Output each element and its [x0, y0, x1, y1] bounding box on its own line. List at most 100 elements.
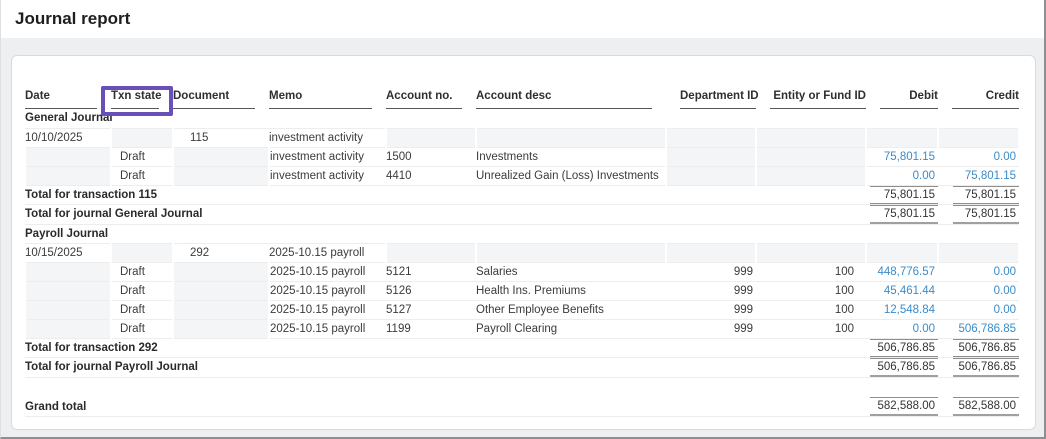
- cell-account-desc: [476, 128, 666, 147]
- cell-credit: [938, 128, 1019, 147]
- cell-date: 10/15/2025: [25, 243, 111, 262]
- journal-report-table: DateTxn stateDocumentMemoAccount no.Acco…: [24, 82, 1020, 417]
- journal-entry-row: Draftinvestment activity4410Unrealized G…: [25, 166, 1019, 185]
- cell-credit: [938, 243, 1019, 262]
- total-txn-label: Total for transaction 115: [25, 185, 866, 204]
- credit-amount-link[interactable]: 0.00: [994, 304, 1016, 316]
- cell-account-desc: Other Employee Benefits: [476, 300, 666, 319]
- credit-amount-link[interactable]: 0.00: [994, 285, 1016, 297]
- credit-total-value: 75,801.15: [953, 205, 1019, 224]
- journal-section-label: Payroll Journal: [25, 224, 1019, 243]
- cell-department-id: [666, 128, 756, 147]
- cell-document: [173, 281, 269, 300]
- cell-debit: 45,461.44: [866, 281, 938, 300]
- column-header-entity-or-fund-id: Entity or Fund ID: [756, 82, 866, 109]
- cell-memo: 2025-10.15 payroll: [269, 300, 386, 319]
- debit-total-value: 506,786.85: [870, 358, 938, 377]
- cell-debit: 448,776.57: [866, 262, 938, 281]
- cell-debit-total: 582,588.00: [866, 397, 938, 417]
- column-header-account-desc: Account desc: [476, 82, 666, 109]
- column-header-label: Account desc: [476, 90, 652, 109]
- cell-txn-state: Draft: [111, 319, 173, 338]
- total-journal-row: Total for journal Payroll Journal506,786…: [25, 357, 1019, 377]
- column-header-txn-state: Txn state: [111, 82, 173, 109]
- cell-date: [25, 166, 111, 185]
- column-header-account-no: Account no.: [386, 82, 476, 109]
- cell-department-id: [666, 243, 756, 262]
- cell-document: 115: [173, 128, 269, 147]
- cell-debit-total: 506,786.85: [866, 338, 938, 357]
- column-header-department-id: Department ID: [666, 82, 756, 109]
- total-journal-label: Total for journal General Journal: [25, 204, 866, 224]
- cell-credit: 0.00: [938, 262, 1019, 281]
- page-title: Journal report: [15, 9, 130, 29]
- cell-date: [25, 262, 111, 281]
- cell-debit-total: 75,801.15: [866, 204, 938, 224]
- cell-txn-state: Draft: [111, 147, 173, 166]
- cell-memo: 2025-10.15 payroll: [269, 281, 386, 300]
- cell-department-id: [666, 166, 756, 185]
- cell-date: 10/10/2025: [25, 128, 111, 147]
- journal-entry-row: Draft 2025-10.15 payroll5127Other Employe…: [25, 300, 1019, 319]
- cell-debit: 0.00: [866, 319, 938, 338]
- cell-credit: 0.00: [938, 300, 1019, 319]
- cell-entity-or-fund-id: 100: [756, 300, 866, 319]
- cell-account-desc: Salaries: [476, 262, 666, 281]
- cell-document: 292: [173, 243, 269, 262]
- column-header-label: Entity or Fund ID: [770, 90, 866, 109]
- cell-department-id: [666, 147, 756, 166]
- cell-debit: [866, 128, 938, 147]
- cell-account-no: [386, 128, 476, 147]
- grand-total-label: Grand total: [25, 397, 866, 417]
- column-header-memo: Memo: [269, 82, 386, 109]
- debit-amount-link[interactable]: 45,461.44: [884, 285, 935, 297]
- journal-entry-row: Draft2025-10.15 payroll5121Salaries99910…: [25, 262, 1019, 281]
- cell-department-id: 999: [666, 319, 756, 338]
- debit-amount-link[interactable]: 448,776.57: [877, 266, 935, 278]
- cell-department-id: 999: [666, 262, 756, 281]
- cell-account-no: 5127: [386, 300, 476, 319]
- cell-debit: 12,548.84: [866, 300, 938, 319]
- cell-txn-state: Draft: [111, 281, 173, 300]
- cell-memo: investment activity: [269, 166, 386, 185]
- cell-account-no: 1500: [386, 147, 476, 166]
- column-header-label: Credit: [952, 90, 1019, 109]
- total-txn-row: Total for transaction 11575,801.1575,801…: [25, 185, 1019, 204]
- cell-credit: 75,801.15: [938, 166, 1019, 185]
- credit-amount-link[interactable]: 0.00: [994, 266, 1016, 278]
- column-header-label: Department ID: [680, 90, 756, 109]
- cell-credit-total: 582,588.00: [938, 397, 1019, 417]
- cell-date: [25, 300, 111, 319]
- column-header-label: Document: [173, 90, 255, 109]
- cell-txn-state: [111, 128, 173, 147]
- credit-amount-link[interactable]: 506,786.85: [958, 323, 1016, 335]
- credit-amount-link[interactable]: 0.00: [994, 151, 1016, 163]
- journal-report-window: Journal report DateTxn stateDocumentMemo…: [0, 0, 1046, 439]
- report-card: DateTxn stateDocumentMemoAccount no.Acco…: [11, 55, 1036, 430]
- credit-amount-link[interactable]: 75,801.15: [965, 170, 1016, 182]
- credit-total-value: 506,786.85: [953, 339, 1019, 357]
- debit-amount-link[interactable]: 12,548.84: [884, 304, 935, 316]
- total-journal-row: Total for journal General Journal75,801.…: [25, 204, 1019, 224]
- cell-credit: 0.00: [938, 281, 1019, 300]
- cell-memo: 2025-10.15 payroll: [269, 243, 386, 262]
- cell-memo: investment activity: [269, 128, 386, 147]
- cell-date: [25, 147, 111, 166]
- debit-amount-link[interactable]: 0.00: [913, 170, 935, 182]
- cell-memo: 2025-10.15 payroll: [269, 262, 386, 281]
- debit-amount-link[interactable]: 75,801.15: [884, 151, 935, 163]
- cell-txn-state: [111, 243, 173, 262]
- cell-document: [173, 300, 269, 319]
- debit-amount-link[interactable]: 0.00: [913, 323, 935, 335]
- debit-total-value: 506,786.85: [870, 339, 938, 357]
- journal-entry-row: Draft2025-10.15 payroll5126Health Ins. P…: [25, 281, 1019, 300]
- cell-txn-state: Draft: [111, 300, 173, 319]
- cell-date: [25, 319, 111, 338]
- cell-document: [173, 166, 269, 185]
- spacer-row: [25, 377, 1019, 397]
- column-header-label: Account no.: [386, 90, 462, 109]
- column-header-document: Document: [173, 82, 269, 109]
- cell-txn-state: Draft: [111, 262, 173, 281]
- column-header-label: Memo: [269, 90, 372, 109]
- total-txn-label: Total for transaction 292: [25, 338, 866, 357]
